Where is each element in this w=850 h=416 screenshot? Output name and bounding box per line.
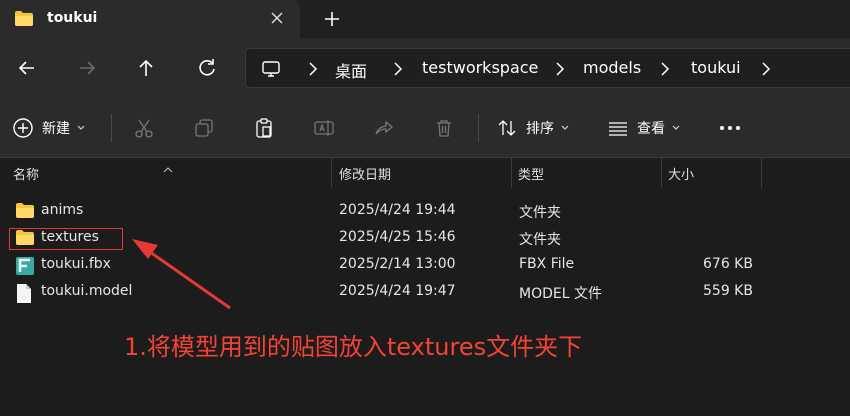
annotation-text: 1.将模型用到的贴图放入textures文件夹下 (124, 333, 583, 361)
